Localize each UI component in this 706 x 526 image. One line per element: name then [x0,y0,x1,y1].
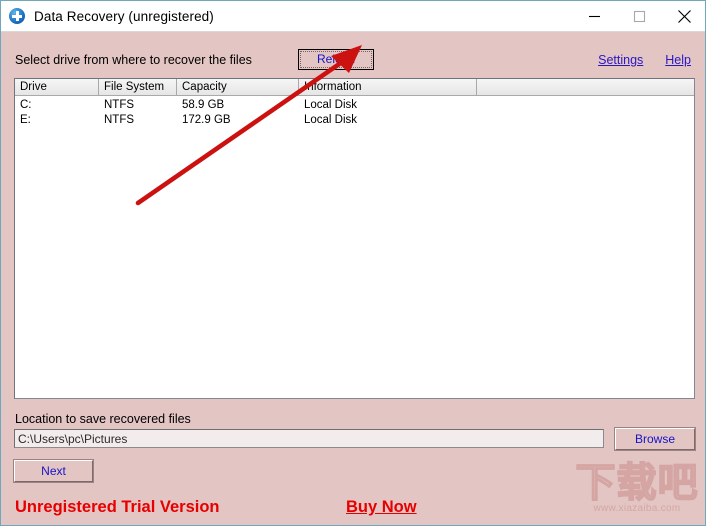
minimize-button[interactable] [572,1,617,31]
toolbar-links: Settings Help [598,53,691,67]
close-icon [677,9,692,24]
next-button[interactable]: Next [13,459,94,483]
cell-capacity: 58.9 GB [182,99,225,111]
close-button[interactable] [662,1,705,31]
save-path-input[interactable] [14,429,604,448]
site-watermark: 下载吧 www.xiazaiba.com [573,460,701,523]
reload-button[interactable]: Reload [298,49,374,70]
data-recovery-window: Data Recovery (unregistered) Select driv… [0,0,706,526]
maximize-icon [633,10,646,23]
cell-file-system: NTFS [104,99,135,111]
maximize-button[interactable] [617,1,662,31]
save-location-label: Location to save recovered files [15,412,191,426]
window-controls [572,1,705,31]
watermark-glyphs: 下载吧 [575,460,699,506]
minimize-icon [588,10,601,23]
table-row[interactable]: E: NTFS 172.9 GB Local Disk [15,113,694,128]
window-title: Data Recovery (unregistered) [34,8,214,24]
blue-circle-plus-icon [9,8,25,24]
drive-list-rows: C: NTFS 58.9 GB Local Disk E: NTFS 172.9… [15,96,694,128]
cell-capacity: 172.9 GB [182,114,231,126]
reload-button-label: Reload [300,51,372,68]
column-header-blank[interactable] [477,79,694,95]
watermark-url: www.xiazaiba.com [593,503,681,514]
cell-drive: E: [20,114,31,126]
column-header-information[interactable]: Information [299,79,477,95]
cell-information: Local Disk [304,114,358,126]
column-header-capacity[interactable]: Capacity [177,79,299,95]
trial-version-notice: Unregistered Trial Version [15,498,220,516]
table-row[interactable]: C: NTFS 58.9 GB Local Disk [15,98,694,113]
drive-list[interactable]: Drive File System Capacity Information C… [14,78,695,399]
column-header-file-system[interactable]: File System [99,79,177,95]
cell-drive: C: [20,99,32,111]
cell-information: Local Disk [304,99,358,111]
help-link[interactable]: Help [665,53,691,67]
select-drive-prompt: Select drive from where to recover the f… [15,53,252,67]
cell-file-system: NTFS [104,114,135,126]
cell-extra [477,113,694,128]
column-header-drive[interactable]: Drive [15,79,99,95]
settings-link[interactable]: Settings [598,53,643,67]
titlebar: Data Recovery (unregistered) [1,1,705,32]
browse-button[interactable]: Browse [614,427,696,451]
cell-extra [477,98,694,113]
drive-list-header: Drive File System Capacity Information [15,79,694,96]
buy-now-link[interactable]: Buy Now [346,498,417,517]
